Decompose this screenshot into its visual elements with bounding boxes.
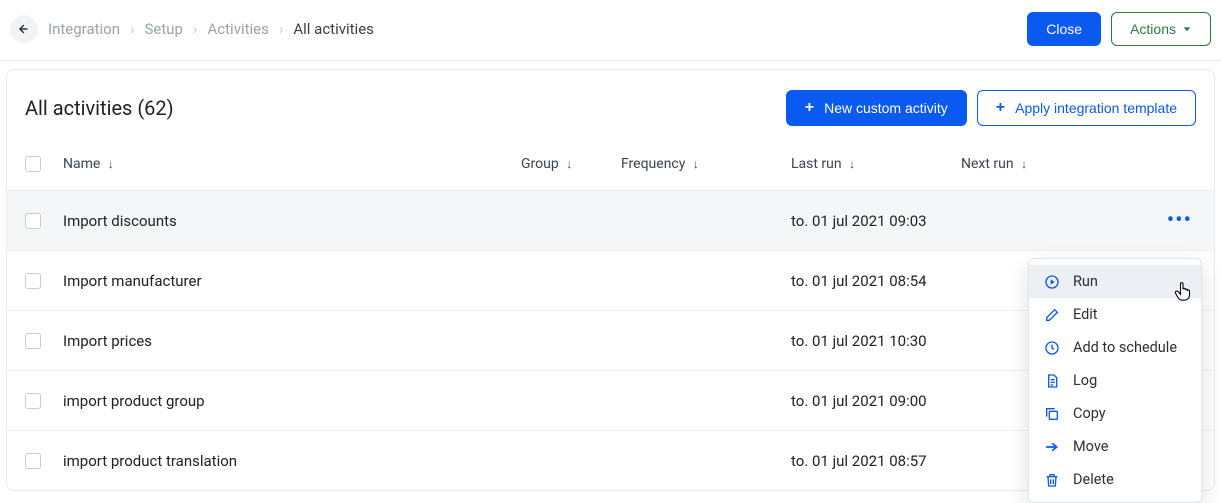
close-button[interactable]: Close [1027,12,1101,46]
menu-item-copy[interactable]: Copy [1029,397,1201,430]
menu-item-schedule[interactable]: Add to schedule [1029,331,1201,364]
table-header: Name ↓ Group ↓ Frequency ↓ Last run ↓ Ne… [7,138,1214,190]
row-checkbox[interactable] [25,453,41,469]
chevron-right-icon: › [193,20,198,38]
activity-name: Import manufacturer [61,272,521,290]
actions-dropdown[interactable]: Actions [1111,12,1211,46]
chevron-right-icon: › [279,20,284,38]
menu-item-run[interactable]: Run [1029,265,1201,298]
menu-item-label: Add to schedule [1073,339,1177,356]
topbar: Integration › Setup › Activities › All a… [0,0,1221,61]
close-label: Close [1046,21,1082,37]
sort-down-icon: ↓ [566,157,572,171]
row-checkbox[interactable] [25,273,41,289]
apply-integration-template-button[interactable]: + Apply integration template [977,90,1196,126]
column-header-name[interactable]: Name ↓ [61,156,521,172]
activity-last-run: to. 01 jul 2021 09:00 [791,392,961,410]
menu-item-log[interactable]: Log [1029,364,1201,397]
activity-last-run: to. 01 jul 2021 09:03 [791,212,961,230]
row-checkbox[interactable] [25,333,41,349]
activity-name: Import prices [61,332,521,350]
activity-last-run: to. 01 jul 2021 08:57 [791,452,961,470]
menu-item-delete[interactable]: Delete [1029,463,1201,496]
menu-item-move[interactable]: Move [1029,430,1201,463]
row-checkbox[interactable] [25,393,41,409]
chevron-down-icon [1182,24,1192,34]
edit-icon [1043,307,1061,323]
sort-down-icon: ↓ [108,157,114,171]
activity-name: Import discounts [61,212,521,230]
arrow-left-icon [17,22,31,36]
column-header-last-run[interactable]: Last run ↓ [791,156,961,172]
breadcrumb-item[interactable]: Activities [208,20,269,38]
menu-item-edit[interactable]: Edit [1029,298,1201,331]
plus-icon: + [805,99,814,117]
activity-last-run: to. 01 jul 2021 08:54 [791,272,961,290]
log-icon [1043,373,1061,389]
row-checkbox[interactable] [25,213,41,229]
chevron-right-icon: › [130,20,135,38]
table-row[interactable]: Import discounts to. 01 jul 2021 09:03 •… [7,190,1214,250]
sort-down-icon: ↓ [849,157,855,171]
move-icon [1043,439,1061,455]
menu-item-label: Log [1073,372,1097,389]
breadcrumb: Integration › Setup › Activities › All a… [48,20,374,38]
panel-header: All activities (62) + New custom activit… [7,70,1214,138]
activity-name: import product translation [61,452,521,470]
menu-item-label: Copy [1073,405,1106,422]
menu-item-label: Delete [1073,471,1114,488]
sort-down-icon: ↓ [693,157,699,171]
breadcrumb-item[interactable]: Setup [145,20,183,38]
column-frequency-label: Frequency [621,156,685,172]
column-group-label: Group [521,156,559,172]
menu-item-label: Move [1073,438,1108,455]
column-lastrun-label: Last run [791,156,842,172]
column-name-label: Name [63,156,100,172]
menu-item-label: Edit [1073,306,1098,323]
clock-icon [1043,340,1061,356]
play-icon [1043,274,1061,290]
sort-down-icon: ↓ [1021,157,1027,171]
back-button[interactable] [10,15,38,43]
column-header-frequency[interactable]: Frequency ↓ [621,156,791,172]
column-header-group[interactable]: Group ↓ [521,156,621,172]
new-activity-label: New custom activity [824,100,948,116]
actions-label: Actions [1130,21,1176,37]
apply-template-label: Apply integration template [1015,100,1177,116]
column-header-next-run[interactable]: Next run ↓ [961,156,1111,172]
copy-icon [1043,406,1061,422]
trash-icon [1043,472,1061,488]
menu-item-label: Run [1073,273,1098,290]
new-custom-activity-button[interactable]: + New custom activity [786,90,967,126]
select-all-checkbox[interactable] [25,156,41,172]
page-title: All activities (62) [25,96,174,120]
plus-icon: + [996,99,1005,117]
row-more-button[interactable]: ••• [1163,208,1196,233]
breadcrumb-item[interactable]: Integration [48,20,120,38]
row-context-menu: Run Edit Add to schedule Log Copy Move D… [1028,258,1202,503]
activity-name: import product group [61,392,521,410]
activity-last-run: to. 01 jul 2021 10:30 [791,332,961,350]
breadcrumb-current: All activities [293,20,374,38]
column-nextrun-label: Next run [961,156,1014,172]
